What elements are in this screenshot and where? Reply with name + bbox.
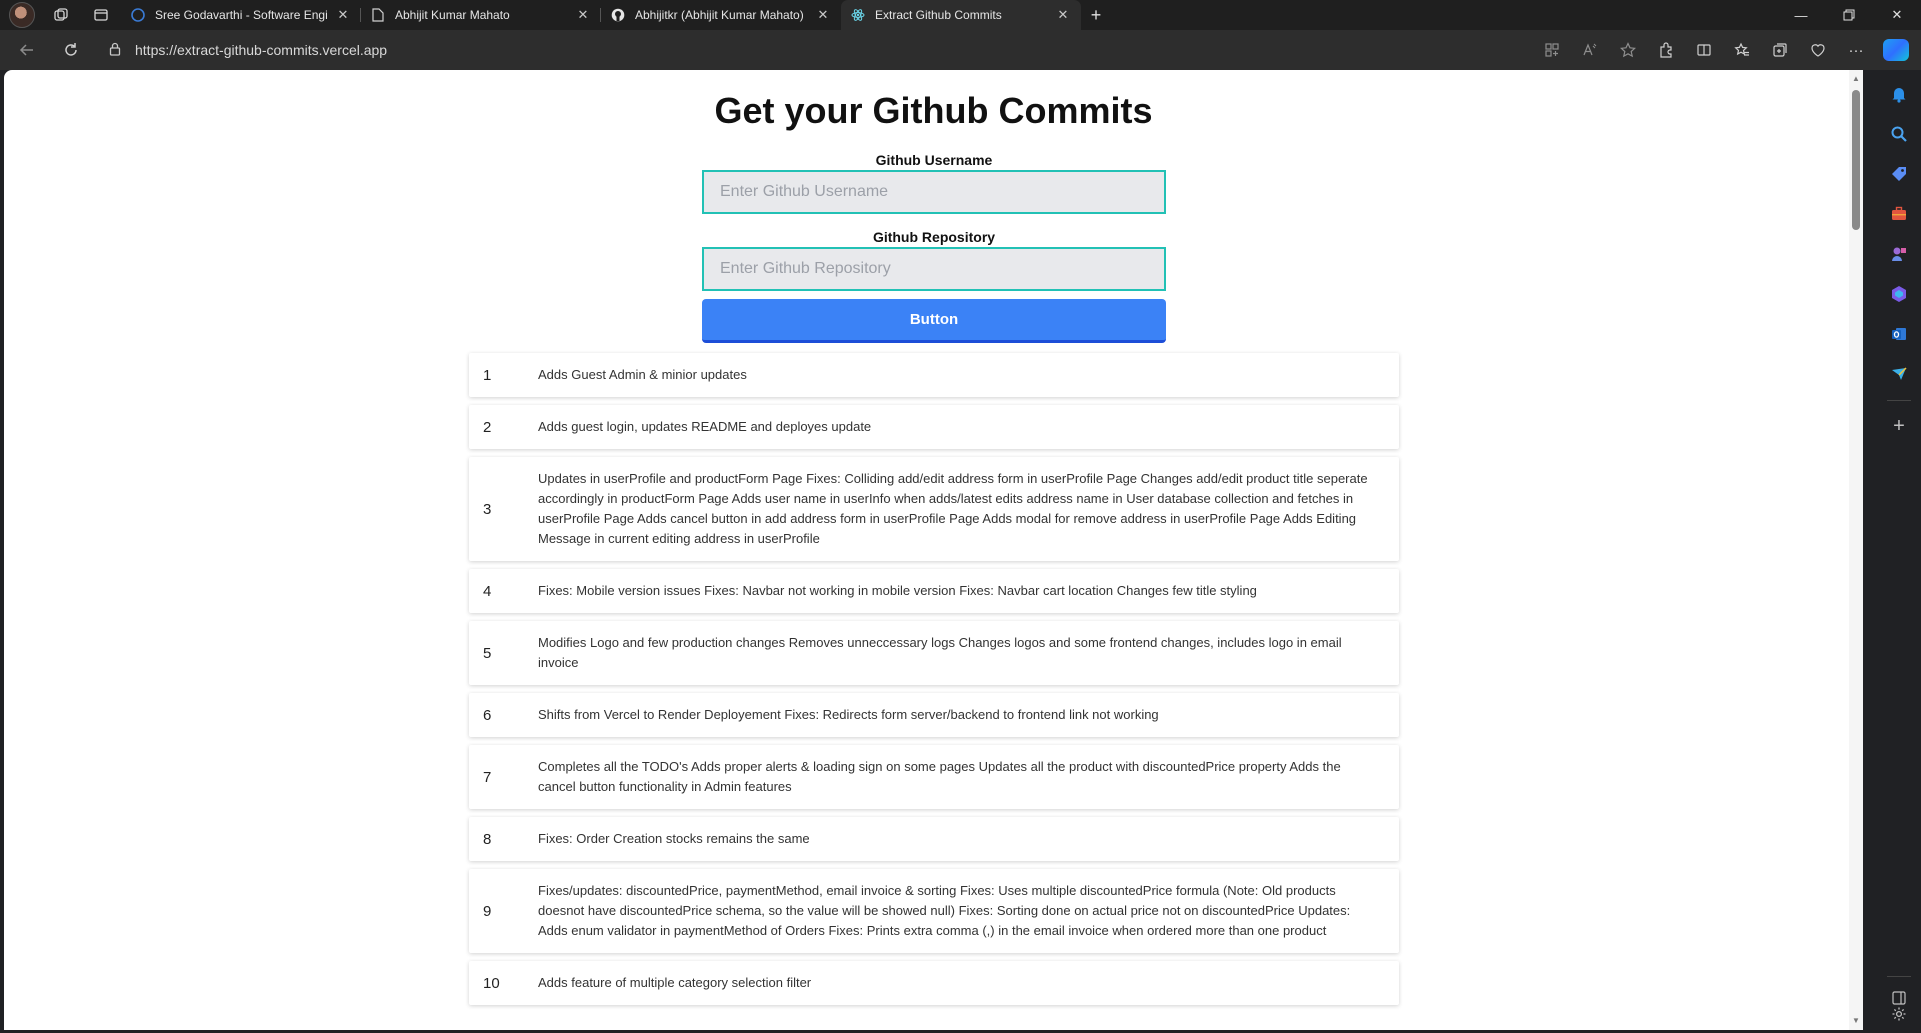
favorites-icon[interactable] — [1723, 34, 1761, 66]
back-icon[interactable] — [9, 34, 45, 66]
username-label: Github Username — [875, 152, 993, 168]
close-icon[interactable]: ✕ — [815, 7, 831, 23]
close-icon[interactable]: ✕ — [335, 7, 351, 23]
tab-strip: Sree Godavarthi - Software Engi ✕ Abhiji… — [0, 0, 1921, 30]
commit-row: 8 Fixes: Order Creation stocks remains t… — [469, 817, 1399, 861]
commit-number: 2 — [483, 418, 492, 436]
tab-github[interactable]: Abhijitkr (Abhijit Kumar Mahato) ✕ — [601, 0, 841, 30]
username-input[interactable] — [702, 170, 1166, 214]
reload-icon[interactable] — [53, 34, 89, 66]
microsoft-365-icon[interactable] — [1885, 280, 1913, 308]
address-bar[interactable]: https://extract-github-commits.vercel.ap… — [107, 35, 1447, 65]
commit-message: Modifies Logo and few production changes… — [538, 635, 1342, 670]
page-viewport: Get your Github Commits Github Username … — [4, 70, 1863, 1030]
commit-message: Adds Guest Admin & minior updates — [538, 367, 747, 382]
search-icon[interactable] — [1885, 120, 1913, 148]
submit-button[interactable]: Button — [702, 299, 1166, 343]
commit-message: Adds feature of multiple category select… — [538, 975, 812, 990]
commit-number: 10 — [483, 974, 500, 992]
tab-extract-commits[interactable]: Extract Github Commits ✕ — [841, 0, 1081, 30]
react-icon — [851, 8, 865, 22]
commit-row: 1 Adds Guest Admin & minior updates — [469, 353, 1399, 397]
close-window-icon[interactable]: ✕ — [1873, 0, 1921, 30]
page-title: Get your Github Commits — [714, 90, 1153, 131]
commit-message: Shifts from Vercel to Render Deployement… — [538, 707, 1159, 722]
copilot-icon[interactable] — [1883, 39, 1909, 61]
commit-list: 1 Adds Guest Admin & minior updates 2 Ad… — [469, 353, 1399, 1013]
games-icon[interactable] — [1885, 240, 1913, 268]
commit-row: 3 Updates in userProfile and productForm… — [469, 457, 1399, 561]
commit-number: 7 — [483, 768, 492, 786]
drop-send-icon[interactable] — [1885, 360, 1913, 388]
repository-label: Github Repository — [872, 229, 996, 245]
notification-bell-icon[interactable] — [1885, 80, 1913, 108]
commit-number: 4 — [483, 582, 492, 600]
sidebar-divider — [1887, 400, 1911, 401]
linkedin-icon — [131, 8, 145, 22]
url-text: https://extract-github-commits.vercel.ap… — [135, 42, 388, 58]
repository-input[interactable] — [702, 247, 1166, 291]
commit-message: Completes all the TODO's Adds proper ale… — [538, 759, 1341, 794]
github-icon — [611, 8, 625, 22]
commit-number: 5 — [483, 644, 492, 662]
tab-title: Extract Github Commits — [875, 8, 1002, 22]
settings-gear-icon[interactable] — [1885, 1000, 1913, 1028]
read-aloud-icon[interactable] — [1571, 34, 1609, 66]
more-options-icon[interactable]: ··· — [1837, 34, 1875, 66]
collections-icon[interactable] — [1761, 34, 1799, 66]
commit-row: 9 Fixes/updates: discountedPrice, paymen… — [469, 869, 1399, 953]
commit-row: 7 Completes all the TODO's Adds proper a… — [469, 745, 1399, 809]
commit-message: Fixes: Mobile version issues Fixes: Navb… — [538, 583, 1257, 598]
address-toolbar: https://extract-github-commits.vercel.ap… — [0, 30, 1921, 70]
tools-briefcase-icon[interactable] — [1885, 200, 1913, 228]
commit-row: 6 Shifts from Vercel to Render Deployeme… — [469, 693, 1399, 737]
browser-essentials-icon[interactable] — [1799, 34, 1837, 66]
commit-row: 4 Fixes: Mobile version issues Fixes: Na… — [469, 569, 1399, 613]
app-available-icon[interactable] — [1533, 34, 1571, 66]
add-icon[interactable]: + — [1885, 412, 1913, 440]
extensions-icon[interactable] — [1647, 34, 1685, 66]
shopping-tag-icon[interactable] — [1885, 160, 1913, 188]
tab-abhijit[interactable]: Abhijit Kumar Mahato ✕ — [361, 0, 601, 30]
sidebar-divider — [1887, 976, 1911, 977]
page-scrollbar[interactable]: ▲ ▼ — [1849, 70, 1863, 1030]
commit-number: 6 — [483, 706, 492, 724]
lock-icon[interactable] — [107, 42, 123, 59]
minimize-icon[interactable]: — — [1777, 0, 1825, 30]
commit-row: 5 Modifies Logo and few production chang… — [469, 621, 1399, 685]
outlook-icon[interactable] — [1885, 320, 1913, 348]
commit-message: Updates in userProfile and productForm P… — [538, 471, 1368, 546]
tab-title: Sree Godavarthi - Software Engi — [155, 8, 328, 22]
scroll-up-icon[interactable]: ▲ — [1849, 72, 1863, 86]
favorite-star-icon[interactable] — [1609, 34, 1647, 66]
tab-linkedin[interactable]: Sree Godavarthi - Software Engi ✕ — [121, 0, 361, 30]
commit-number: 3 — [483, 500, 492, 518]
commit-message: Fixes: Order Creation stocks remains the… — [538, 831, 810, 846]
tab-title: Abhijitkr (Abhijit Kumar Mahato) — [635, 8, 804, 22]
close-icon[interactable]: ✕ — [575, 7, 591, 23]
split-screen-icon[interactable] — [1685, 34, 1723, 66]
restore-icon[interactable] — [1825, 0, 1873, 30]
vertical-tabs-icon[interactable] — [81, 0, 121, 30]
commit-number: 9 — [483, 902, 492, 920]
toolbar-actions: ··· — [1533, 34, 1921, 66]
close-icon[interactable]: ✕ — [1055, 7, 1071, 23]
workspaces-icon[interactable] — [41, 0, 81, 30]
commit-number: 1 — [483, 366, 492, 384]
commit-row: 10 Adds feature of multiple category sel… — [469, 961, 1399, 1005]
edge-sidebar: + — [1877, 70, 1921, 1033]
scrollbar-thumb[interactable] — [1852, 90, 1860, 230]
new-tab-icon[interactable]: + — [1081, 0, 1111, 30]
commit-search-form: Github Username Github Repository Button — [702, 150, 1166, 343]
commit-number: 8 — [483, 830, 492, 848]
profile-avatar[interactable] — [9, 2, 35, 28]
tab-title: Abhijit Kumar Mahato — [395, 8, 510, 22]
commit-row: 2 Adds guest login, updates README and d… — [469, 405, 1399, 449]
window-controls: — ✕ — [1777, 0, 1921, 30]
scroll-down-icon[interactable]: ▼ — [1849, 1014, 1863, 1028]
commit-message: Fixes/updates: discountedPrice, paymentM… — [538, 883, 1351, 938]
document-icon — [371, 8, 385, 22]
commit-message: Adds guest login, updates README and dep… — [538, 419, 872, 434]
